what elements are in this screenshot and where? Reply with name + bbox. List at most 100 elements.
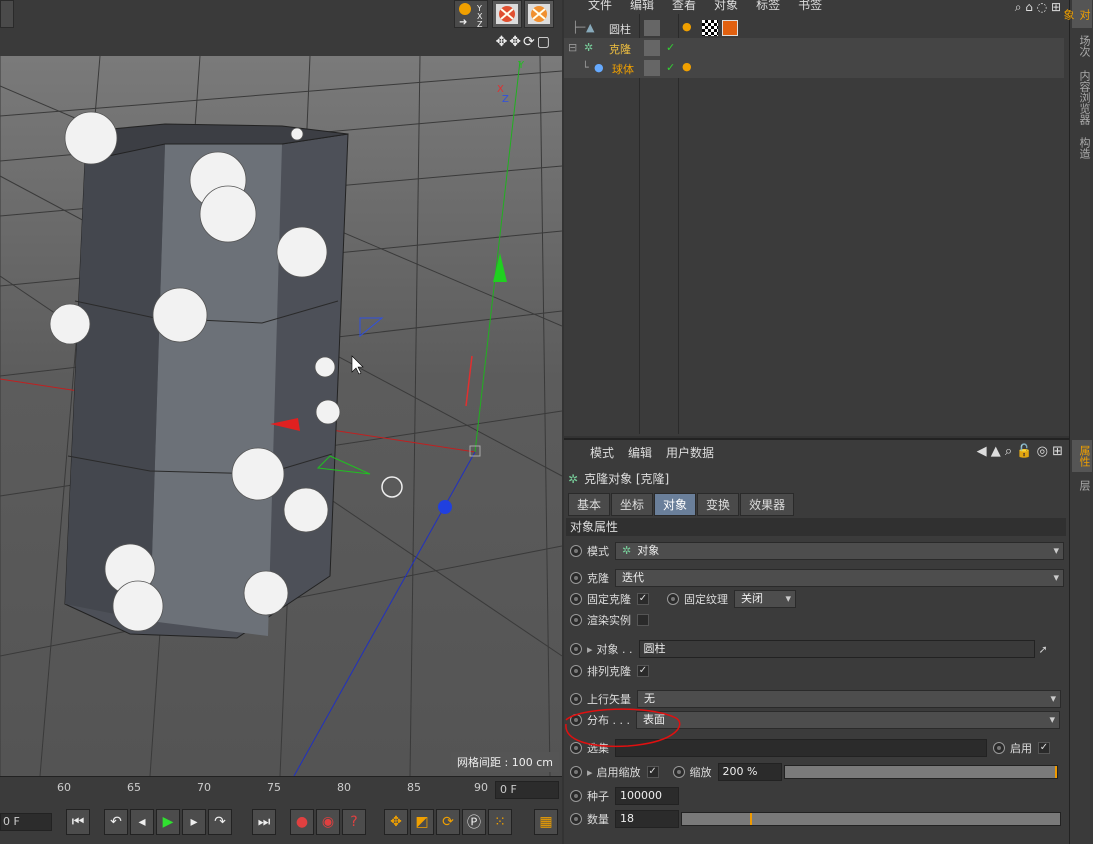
tab-effectors[interactable]: 效果器	[740, 493, 795, 516]
next-frame-icon[interactable]: ▸	[182, 809, 206, 835]
animate-radio[interactable]	[570, 593, 582, 605]
animate-radio[interactable]	[672, 766, 685, 778]
film-icon[interactable]: ▦	[534, 809, 558, 835]
menu-edit[interactable]: 编辑	[628, 444, 652, 461]
menu-tags[interactable]: 标签	[756, 0, 780, 11]
distribution-dropdown[interactable]: 表面	[635, 711, 1060, 729]
expand-arrow-icon[interactable]: ▸	[587, 643, 593, 656]
texture-tag-icon[interactable]	[702, 20, 718, 36]
rotate-key-icon[interactable]: ⟳	[436, 809, 460, 835]
tab-coord[interactable]: 坐标	[611, 493, 654, 516]
render-instance-checkbox[interactable]	[637, 614, 649, 626]
animate-radio[interactable]	[570, 643, 582, 655]
object-name[interactable]: 圆柱	[609, 21, 631, 37]
visibility-icon[interactable]	[644, 40, 660, 56]
viewport-toolbar: ➜ Y X Z ✥✥⟳▢	[0, 0, 562, 56]
viewport-canvas[interactable]: Y X Z 网格间距 : 100 cm	[0, 56, 562, 776]
search-icon[interactable]: ⌕ ⌂ ◌ ⊞	[1015, 0, 1061, 15]
tab-transform[interactable]: 变换	[697, 493, 740, 516]
mode-dropdown[interactable]: ✲ 对象	[615, 542, 1064, 560]
count-field[interactable]: 18	[615, 810, 679, 828]
count-slider[interactable]	[681, 812, 1061, 826]
light-icon[interactable]	[0, 0, 14, 28]
animate-radio[interactable]	[570, 813, 582, 825]
timeline[interactable]: 60 65 70 75 80 85 90 0 F 0 F ⏮ ↶ ◂ ▶ ▸ ↷…	[0, 776, 562, 844]
enabled-check-icon[interactable]: ✓	[666, 41, 675, 54]
phong-tag-icon[interactable]: ●	[682, 60, 698, 76]
fix-clone-checkbox[interactable]: ✓	[637, 593, 649, 605]
animate-radio[interactable]	[667, 593, 679, 605]
pick-icon[interactable]: ➚	[1039, 643, 1048, 656]
pla-key-icon[interactable]: ⁙	[488, 809, 512, 835]
enable-checkbox[interactable]: ✓	[1038, 742, 1050, 754]
seed-field[interactable]: 100000	[615, 787, 679, 805]
start-frame-field[interactable]: 0 F	[0, 813, 52, 831]
menu-edit[interactable]: 编辑	[630, 0, 654, 11]
end-frame-field[interactable]: 0 F	[495, 781, 559, 799]
attribute-manager[interactable]: 模式 编辑 用户数据 ◀ ▲ ⌕ 🔓 ◎ ⊞ ✲ 克隆对象 [克隆] 基本 坐标…	[564, 438, 1069, 844]
object-manager[interactable]: 文件 编辑 查看 对象 标签 书签 ⌕ ⌂ ◌ ⊞ ├─ ▲ 圆柱 ● ⊟ ✲ …	[564, 0, 1069, 436]
object-row-cylinder[interactable]: ├─ ▲ 圆柱 ●	[564, 18, 1064, 38]
object-row-cloner[interactable]: ⊟ ✲ 克隆 ✓	[564, 38, 1064, 58]
animate-radio[interactable]	[570, 572, 582, 584]
tick-label: 85	[407, 781, 421, 794]
scale-key-icon[interactable]: ◩	[410, 809, 434, 835]
side-tab-takes[interactable]: 场次	[1072, 30, 1092, 62]
material-tag-icon[interactable]	[722, 20, 738, 36]
tab-object[interactable]: 对象	[654, 493, 697, 516]
visibility-icon[interactable]	[644, 20, 660, 36]
menu-view[interactable]: 查看	[672, 0, 696, 11]
next-key-icon[interactable]: ↷	[208, 809, 232, 835]
clone-dropdown[interactable]: 迭代	[615, 569, 1064, 587]
scale-field[interactable]: 200 %	[717, 763, 782, 781]
visibility-icon[interactable]	[644, 60, 660, 76]
menu-file[interactable]: 文件	[588, 0, 612, 11]
fix-texture-dropdown[interactable]: 关闭	[734, 590, 796, 608]
3d-viewport[interactable]: ➜ Y X Z ✥✥⟳▢ Y X Z 网格间距: 100 cm	[0, 0, 562, 776]
up-vector-dropdown[interactable]: 无	[637, 690, 1061, 708]
param-key-icon[interactable]: Ⓟ	[462, 809, 486, 835]
menu-objects[interactable]: 对象	[714, 0, 738, 11]
menu-bookmarks[interactable]: 书签	[798, 0, 822, 11]
side-tab-structure[interactable]: 构造	[1072, 132, 1092, 164]
tab-basic[interactable]: 基本	[568, 493, 611, 516]
object-name[interactable]: 克隆	[609, 41, 631, 57]
enabled-check-icon[interactable]: ✓	[666, 61, 675, 74]
record-icon[interactable]: ●	[290, 809, 314, 835]
timeline-ruler[interactable]: 60 65 70 75 80 85 90	[0, 777, 490, 801]
animate-radio[interactable]	[570, 665, 582, 677]
play-icon[interactable]: ▶	[156, 809, 180, 835]
arrange-checkbox[interactable]: ✓	[637, 665, 649, 677]
help-key-icon[interactable]: ?	[342, 809, 366, 835]
animate-radio[interactable]	[993, 742, 1005, 754]
side-tab-content-browser[interactable]: 内容浏览器	[1072, 64, 1092, 130]
animate-radio[interactable]	[570, 766, 582, 778]
object-row-sphere[interactable]: └ ● 球体 ✓ ●	[564, 58, 1064, 78]
enable-scale-checkbox[interactable]: ✓	[646, 766, 659, 778]
scale-slider[interactable]	[783, 765, 1058, 779]
coordinate-system-icon[interactable]: ➜ Y X Z	[454, 0, 488, 29]
render-settings-icon[interactable]	[524, 0, 554, 28]
mode-row: 模式 ✲ 对象	[566, 541, 1064, 561]
side-tab-attributes[interactable]: 属性	[1072, 440, 1092, 472]
nav-arrows-icon[interactable]: ◀ ▲ ⌕ 🔓 ◎ ⊞	[977, 444, 1063, 459]
animate-radio[interactable]	[570, 614, 582, 626]
autokey-icon[interactable]: ◉	[316, 809, 340, 835]
phong-tag-icon[interactable]: ●	[682, 20, 698, 36]
animate-radio[interactable]	[570, 790, 582, 802]
move-key-icon[interactable]: ✥	[384, 809, 408, 835]
menu-mode[interactable]: 模式	[590, 444, 614, 461]
animate-radio[interactable]	[570, 545, 582, 557]
prev-frame-icon[interactable]: ◂	[130, 809, 154, 835]
side-tab-layers[interactable]: 层	[1072, 474, 1092, 496]
viewport-nav-icons[interactable]: ✥✥⟳▢	[496, 34, 552, 50]
go-to-end-icon[interactable]: ⏭	[252, 809, 276, 835]
go-to-start-icon[interactable]: ⏮	[66, 809, 90, 835]
side-tab-objects[interactable]: 对象	[1062, 0, 1092, 28]
object-link-field[interactable]: 圆柱	[638, 640, 1035, 658]
object-name[interactable]: 球体	[612, 61, 634, 77]
menu-user-data[interactable]: 用户数据	[666, 444, 714, 461]
render-view-icon[interactable]	[492, 0, 522, 28]
expand-arrow-icon[interactable]: ▸	[587, 766, 593, 779]
prev-key-icon[interactable]: ↶	[104, 809, 128, 835]
